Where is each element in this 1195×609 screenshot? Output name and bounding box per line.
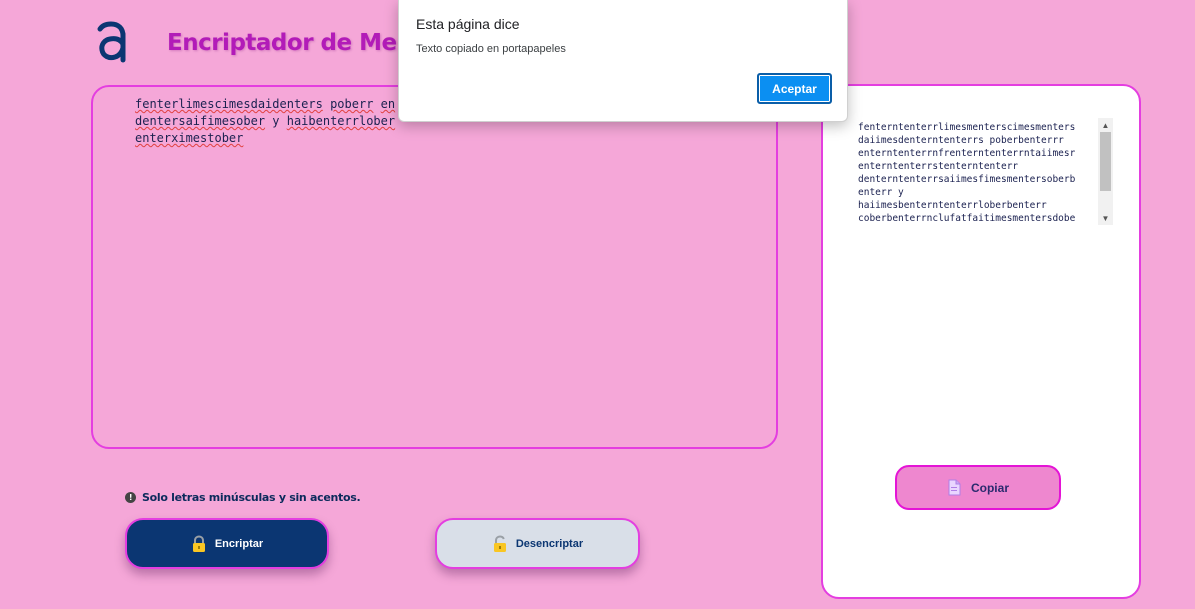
scroll-up-arrow-icon[interactable]: ▲: [1098, 118, 1113, 132]
decrypt-button[interactable]: Desencriptar: [435, 518, 640, 569]
output-textarea[interactable]: fenterntenterrlimesmenterscimesmenters d…: [856, 118, 1113, 225]
copy-button[interactable]: Copiar: [895, 465, 1061, 510]
lock-closed-icon: [192, 534, 205, 552]
lock-open-icon: [493, 534, 506, 552]
encrypt-button[interactable]: Encriptar: [125, 518, 329, 569]
alert-dialog: Esta página dice Texto copiado en portap…: [398, 0, 848, 122]
alura-logo-icon: [97, 21, 126, 63]
document-icon: [948, 479, 961, 496]
dialog-ok-button[interactable]: Aceptar: [757, 73, 832, 104]
encrypt-button-label: Encriptar: [214, 537, 264, 550]
message-input-area[interactable]: fenterlimescimesdaidenters poberr en den…: [91, 85, 778, 449]
exclamation-circle-icon: !: [125, 492, 136, 503]
hint-text: Solo letras minúsculas y sin acentos.: [142, 491, 361, 504]
scroll-down-arrow-icon[interactable]: ▼: [1098, 211, 1113, 225]
decrypt-button-label: Desencriptar: [515, 537, 584, 550]
input-hint: ! Solo letras minúsculas y sin acentos.: [125, 491, 361, 504]
dialog-message: Texto copiado en portapapeles: [416, 43, 566, 55]
input-line: enterximestober: [135, 131, 244, 145]
output-scrollbar[interactable]: ▲ ▼: [1098, 118, 1113, 225]
dialog-title: Esta página dice: [416, 16, 520, 32]
output-text: fenterntenterrlimesmenterscimesmenters d…: [858, 122, 1076, 224]
scroll-thumb[interactable]: [1100, 132, 1111, 191]
output-panel: fenterntenterrlimesmenterscimesmenters d…: [821, 84, 1141, 599]
copy-button-label: Copiar: [970, 480, 1009, 495]
